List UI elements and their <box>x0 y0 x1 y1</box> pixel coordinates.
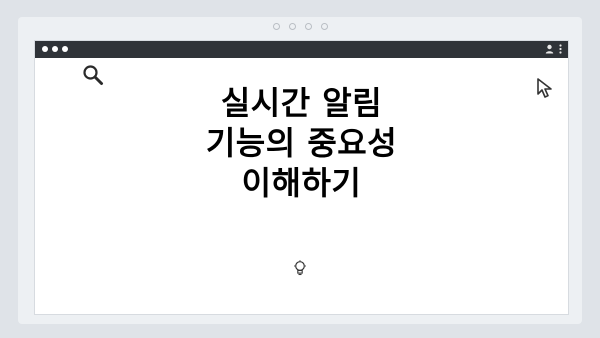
title-line: 이해하기 <box>241 164 362 202</box>
page-title: 실시간 알림 기능의 중요성 이해하기 <box>35 83 568 203</box>
kebab-menu-icon[interactable] <box>559 44 562 54</box>
title-line: 실시간 알림 <box>220 84 383 122</box>
user-icon[interactable] <box>545 44 554 54</box>
lightbulb-icon <box>293 260 307 280</box>
window-dot[interactable] <box>52 46 58 52</box>
browser-window: 실시간 알림 기능의 중요성 이해하기 <box>34 40 569 315</box>
page-dot <box>288 23 296 30</box>
window-titlebar <box>35 41 568 58</box>
window-dot[interactable] <box>62 46 68 52</box>
page-dot <box>320 23 328 30</box>
outer-frame: 실시간 알림 기능의 중요성 이해하기 <box>18 17 582 324</box>
window-dot[interactable] <box>42 46 48 52</box>
page-dot <box>272 23 280 30</box>
page-indicator-dots <box>18 23 582 30</box>
page-dot <box>304 23 312 30</box>
title-line: 기능의 중요성 <box>205 124 398 162</box>
window-control-dots[interactable] <box>42 46 68 52</box>
